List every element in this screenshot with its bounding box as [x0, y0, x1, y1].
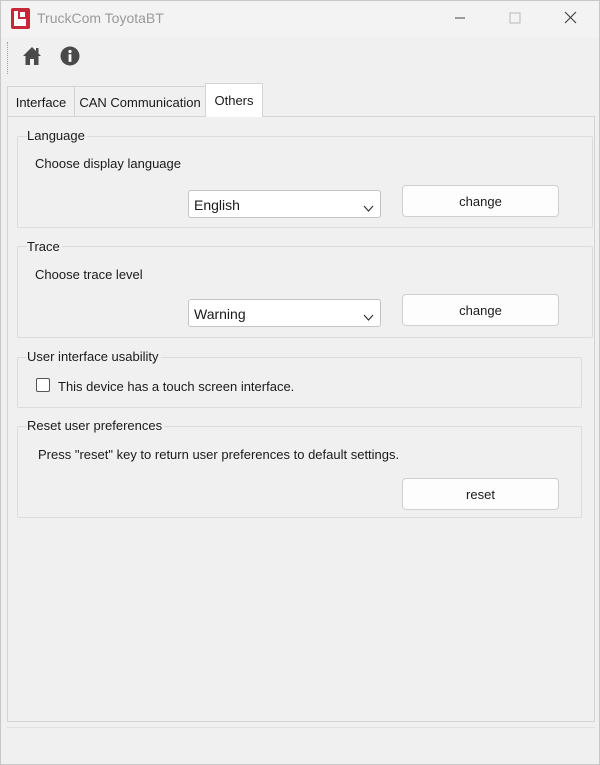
tab-others[interactable]: Others — [205, 83, 263, 117]
info-icon — [60, 46, 80, 69]
trace-level-select-value: Warning — [194, 306, 246, 322]
minimize-button[interactable] — [437, 1, 483, 37]
reset-button[interactable]: reset — [402, 478, 559, 510]
language-select[interactable]: English — [188, 190, 381, 218]
chevron-down-icon — [363, 309, 374, 324]
home-button[interactable] — [21, 46, 43, 68]
status-bar — [7, 727, 595, 757]
language-select-value: English — [194, 197, 240, 213]
trace-group-title: Trace — [27, 239, 62, 254]
minimize-icon — [454, 12, 466, 27]
maximize-button[interactable] — [492, 1, 538, 37]
title-bar[interactable]: TruckCom ToyotaBT — [1, 1, 599, 37]
info-button[interactable] — [59, 46, 81, 68]
maximize-icon — [509, 12, 521, 27]
trace-description: Choose trace level — [35, 267, 143, 282]
home-icon — [22, 46, 42, 69]
language-change-button[interactable]: change — [402, 185, 559, 217]
toolbar — [1, 37, 599, 77]
reset-description: Press "reset" key to return user prefere… — [38, 447, 400, 462]
usability-group-title: User interface usability — [27, 349, 161, 364]
tab-can-communication[interactable]: CAN Communication — [74, 86, 206, 116]
tab-interface[interactable]: Interface — [7, 86, 75, 116]
reset-group-title: Reset user preferences — [27, 418, 165, 433]
close-icon — [564, 11, 577, 27]
app-window: TruckCom ToyotaBT Interface CAN Communic… — [0, 0, 600, 765]
touch-screen-checkbox-label[interactable]: This device has a touch screen interface… — [58, 379, 294, 394]
close-button[interactable] — [547, 1, 593, 37]
window-title: TruckCom ToyotaBT — [37, 10, 164, 26]
toolbar-grip[interactable] — [7, 42, 10, 74]
truckcom-app-icon — [11, 8, 30, 29]
trace-change-button[interactable]: change — [402, 294, 559, 326]
language-group-title: Language — [27, 128, 87, 143]
chevron-down-icon — [363, 200, 374, 215]
trace-level-select[interactable]: Warning — [188, 299, 381, 327]
language-description: Choose display language — [35, 156, 181, 171]
touch-screen-checkbox[interactable] — [36, 378, 50, 392]
